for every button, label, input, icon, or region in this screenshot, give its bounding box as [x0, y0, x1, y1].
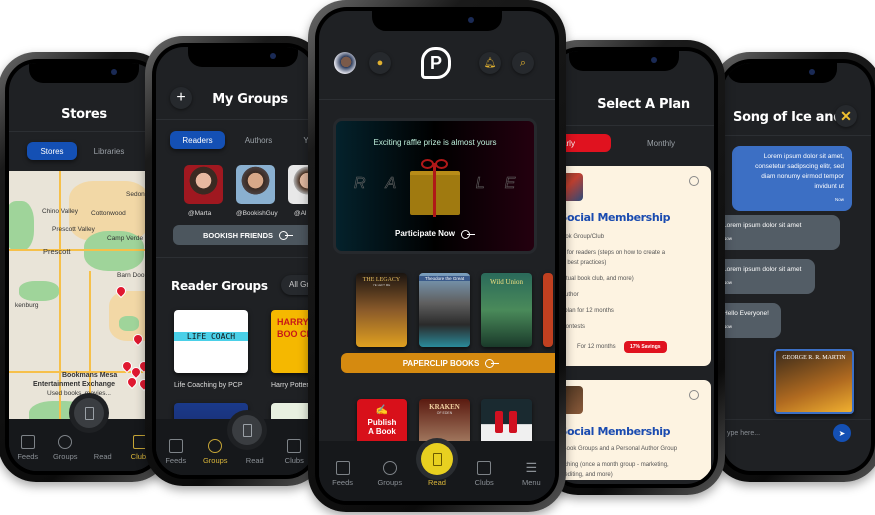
- tab-authors[interactable]: Authors: [231, 131, 286, 149]
- friend-avatar[interactable]: [236, 165, 275, 204]
- clubs-icon: [287, 439, 302, 453]
- arrow-right-icon: [485, 359, 500, 368]
- phone-groups: + My Groups Readers Authors Y @Marta @Bo…: [145, 36, 325, 486]
- friend-handle: @Marta: [188, 210, 212, 217]
- gift-icon: [410, 159, 460, 217]
- search-icon: ⌕: [519, 56, 527, 69]
- map-label: Camp Verde: [107, 235, 144, 242]
- bell-icon: 🔔︎: [483, 57, 497, 69]
- nav-clubs[interactable]: Clubs: [464, 461, 504, 487]
- group-name[interactable]: Life Coaching by PCP: [174, 382, 242, 389]
- friend-handle: @BookishGuy: [236, 210, 278, 217]
- book-cover[interactable]: Theodore the Great: [419, 273, 470, 347]
- tab-libraries[interactable]: Libraries: [84, 142, 134, 160]
- participate-now-button[interactable]: Participate Now: [336, 229, 534, 239]
- message-bubble: Lorem ipsum dolor sit amet Now: [723, 215, 840, 250]
- clubs-icon: [477, 461, 492, 475]
- send-button[interactable]: ➤: [833, 424, 851, 442]
- plan-card-2[interactable]: r Social Membership ple Book Groups and …: [551, 380, 711, 480]
- close-button[interactable]: ✕: [835, 105, 857, 127]
- stores-screen: Stores Stores Libraries Chino Valley Cot…: [9, 63, 159, 471]
- book-icon: [242, 423, 252, 437]
- map-label: Used books, movies...: [47, 390, 111, 397]
- friend-handle: @Al: [294, 210, 307, 217]
- message-bubble-outgoing: Lorem ipsum dolor sit amet, consetetur s…: [732, 146, 852, 211]
- menu-icon: ☰: [525, 460, 538, 475]
- book-cover[interactable]: THE LEGACY YE LEFT ME: [356, 273, 407, 347]
- tab-monthly[interactable]: Monthly: [626, 134, 696, 152]
- chat-screen: Song of Ice and... ✕ Lorem ipsum dolor s…: [723, 63, 871, 471]
- book-cover[interactable]: Wild Union: [481, 273, 532, 347]
- map-label: Chino Valley: [42, 208, 79, 215]
- groups-icon: [58, 435, 73, 449]
- nav-feeds[interactable]: Feeds: [9, 435, 47, 461]
- user-avatar[interactable]: [334, 52, 356, 74]
- savings-badge: 17% Savings: [624, 341, 667, 353]
- shared-book-cover[interactable]: GEORGE R. R. MARTIN: [774, 349, 854, 414]
- chat-bubbles-icon: ●: [376, 57, 384, 69]
- map-label: Bookmans Mesa: [62, 372, 118, 379]
- nav-groups[interactable]: Groups: [47, 435, 85, 461]
- paperclip-books-button[interactable]: PAPERCLIP BOOKS: [341, 353, 555, 373]
- pen-hand-icon: ✍: [375, 405, 389, 416]
- chat-button[interactable]: ●: [369, 52, 391, 74]
- map-label: kenburg: [15, 302, 39, 309]
- nav-feeds[interactable]: Feeds: [156, 439, 196, 465]
- map-label: Cottonwood: [91, 210, 126, 217]
- arrow-right-icon: [279, 231, 293, 240]
- feeds-icon: [168, 439, 183, 453]
- raffle-headline: Exciting raffle prize is almost yours: [373, 138, 497, 147]
- map-label: Prescott: [43, 247, 71, 256]
- arrow-right-icon: [461, 229, 475, 239]
- notifications-button[interactable]: 🔔︎: [479, 52, 501, 74]
- book-icon: [84, 406, 94, 420]
- page-title: Stores: [61, 107, 107, 122]
- raffle-banner[interactable]: Exciting raffle prize is almost yours RA…: [336, 121, 534, 251]
- phone-plan: Select A Plan Yearly Monthly r Social Me…: [540, 40, 725, 495]
- map-label: Barn Door: [117, 272, 147, 279]
- page-title: My Groups: [212, 92, 288, 107]
- friend-avatar[interactable]: [184, 165, 223, 204]
- phone-chat: Song of Ice and... ✕ Lorem ipsum dolor s…: [712, 52, 875, 482]
- nav-groups[interactable]: Groups: [196, 439, 236, 465]
- nav-menu[interactable]: ☰ Menu: [511, 460, 551, 488]
- plan-card-1[interactable]: r Social Membership a Book Group/Club Cl…: [551, 166, 711, 366]
- main-screen: ● P 🔔︎ ⌕ Exciting raffle prize is almost…: [319, 11, 555, 501]
- nav-read[interactable]: Read: [84, 435, 122, 461]
- read-button[interactable]: [74, 398, 104, 428]
- notch: [29, 63, 139, 83]
- plan-radio[interactable]: [689, 176, 699, 186]
- message-input[interactable]: ype here...: [723, 425, 831, 445]
- tab-readers[interactable]: Readers: [170, 131, 225, 149]
- phone-main: ● P 🔔︎ ⌕ Exciting raffle prize is almost…: [308, 0, 566, 512]
- message-bubble: Lorem ipsum dolor sit amet Now: [723, 259, 815, 294]
- tab-stores[interactable]: Stores: [27, 142, 77, 160]
- nav-feeds[interactable]: Feeds: [323, 461, 363, 487]
- feeds-icon: [335, 461, 350, 475]
- nav-groups[interactable]: Groups: [370, 461, 410, 487]
- groups-icon: [382, 461, 397, 475]
- plan-title: Select A Plan: [597, 97, 690, 112]
- group-cover[interactable]: LIFE COACH: [174, 310, 248, 373]
- book-cover[interactable]: [543, 273, 553, 347]
- plan-period: For 12 months: [577, 344, 616, 350]
- read-button[interactable]: [421, 443, 453, 475]
- bookish-friends-button[interactable]: BOOKISH FRIENDS: [173, 225, 314, 245]
- feeds-icon: [20, 435, 35, 449]
- plan-screen: Select A Plan Yearly Monthly r Social Me…: [551, 51, 714, 484]
- app-logo: P: [421, 47, 451, 79]
- plus-icon: +: [176, 89, 186, 106]
- groups-icon: [208, 439, 223, 453]
- map-label: Prescott Valley: [52, 226, 95, 233]
- read-button[interactable]: [232, 415, 262, 445]
- message-bubble: Hello Everyone! Now: [723, 303, 781, 338]
- groups-screen: + My Groups Readers Authors Y @Marta @Bo…: [156, 47, 314, 475]
- search-button[interactable]: ⌕: [512, 52, 534, 74]
- store-map[interactable]: Chino Valley Cottonwood Prescott Valley …: [9, 171, 159, 421]
- close-icon: ✕: [840, 107, 852, 124]
- map-label: Entertainment Exchange: [33, 381, 116, 388]
- send-icon: ➤: [838, 428, 846, 438]
- book-icon: [432, 452, 442, 466]
- plan-radio[interactable]: [689, 390, 699, 400]
